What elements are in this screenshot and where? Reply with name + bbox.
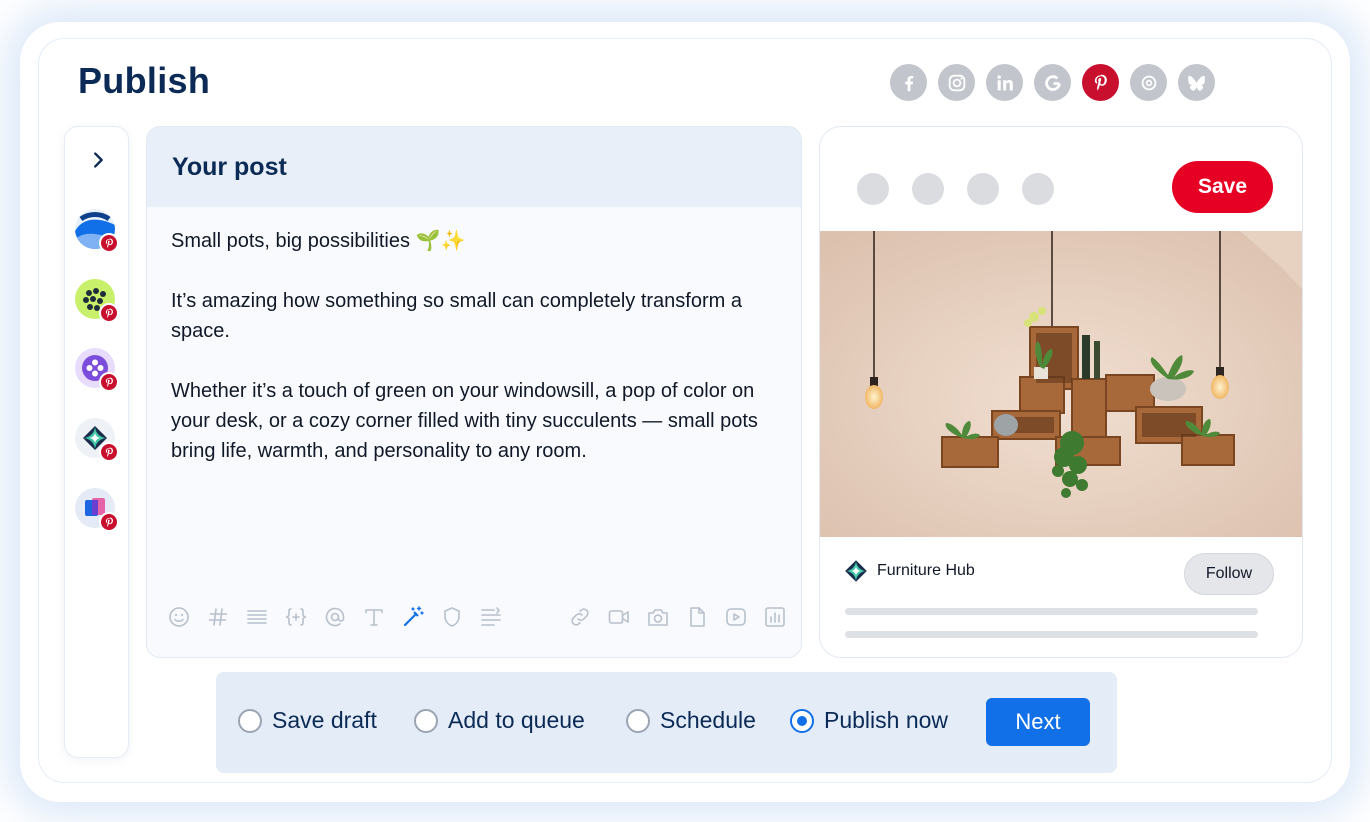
follow-button[interactable]: Follow	[1184, 553, 1274, 595]
text-lines-icon[interactable]	[244, 604, 270, 630]
variables-icon[interactable]	[283, 604, 309, 630]
instagram-icon[interactable]	[938, 64, 975, 101]
play-icon[interactable]	[723, 604, 749, 630]
page-title: Publish	[78, 60, 211, 101]
emoji-icon[interactable]	[166, 604, 192, 630]
placeholder-icon	[967, 173, 999, 205]
save-pin-button[interactable]: Save	[1172, 161, 1273, 213]
pinterest-icon	[99, 303, 119, 323]
post-paragraph: Whether it’s a touch of green on your wi…	[171, 380, 758, 462]
preview-placeholder-icons	[857, 173, 1054, 205]
pinterest-icon	[99, 512, 119, 532]
account-avatar-4[interactable]	[75, 418, 119, 462]
save-draft-label: Save draft	[272, 707, 377, 733]
placeholder-icon	[857, 173, 889, 205]
text-align-icon[interactable]	[478, 604, 504, 630]
add-to-queue-option[interactable]: Add to queue	[414, 707, 585, 734]
threads-icon[interactable]	[1130, 64, 1167, 101]
pinterest-icon[interactable]	[1082, 64, 1119, 101]
mention-icon[interactable]	[322, 604, 348, 630]
pinterest-icon	[99, 442, 119, 462]
poll-icon[interactable]	[762, 604, 788, 630]
google-icon[interactable]	[1034, 64, 1071, 101]
pinterest-icon	[99, 233, 119, 253]
publish-now-option[interactable]: Publish now	[790, 707, 948, 734]
save-draft-option[interactable]: Save draft	[238, 707, 377, 734]
furniture-hub-logo	[845, 560, 867, 582]
chevron-right-icon[interactable]	[87, 149, 109, 171]
editor-header: Your post	[147, 127, 801, 207]
schedule-radio[interactable]	[626, 708, 650, 733]
file-icon[interactable]	[684, 604, 710, 630]
text-format-icon[interactable]	[361, 604, 387, 630]
link-icon[interactable]	[567, 604, 593, 630]
editor-toolbar-left	[166, 604, 504, 630]
ai-wand-icon[interactable]	[400, 604, 426, 630]
post-editor: Your post Small pots, big possibilities …	[146, 126, 802, 658]
linkedin-icon[interactable]	[986, 64, 1023, 101]
shield-icon[interactable]	[439, 604, 465, 630]
network-selector	[890, 64, 1215, 101]
brand-name: Furniture Hub	[877, 562, 975, 579]
editor-title: Your post	[172, 152, 287, 181]
camera-icon[interactable]	[645, 604, 671, 630]
hashtag-icon[interactable]	[205, 604, 231, 630]
save-draft-radio[interactable]	[238, 708, 262, 733]
video-icon[interactable]	[606, 604, 632, 630]
account-avatar-1[interactable]	[75, 209, 119, 253]
post-text-area[interactable]: Small pots, big possibilities 🌱✨ It’s am…	[171, 226, 781, 496]
account-sidebar	[64, 126, 129, 758]
placeholder-icon	[912, 173, 944, 205]
placeholder-line	[845, 608, 1258, 615]
publish-now-label: Publish now	[824, 707, 949, 733]
post-paragraph: It’s amazing how something so small can …	[171, 290, 742, 342]
schedule-label: Schedule	[660, 707, 756, 733]
post-image	[820, 231, 1302, 537]
placeholder-line	[845, 631, 1258, 638]
placeholder-icon	[1022, 173, 1054, 205]
add-to-queue-label: Add to queue	[448, 707, 585, 733]
facebook-icon[interactable]	[890, 64, 927, 101]
pin-preview: Save Furniture Hub Follow	[819, 126, 1303, 658]
pinterest-icon	[99, 372, 119, 392]
brand-row: Furniture Hub	[844, 559, 975, 583]
account-avatar-2[interactable]	[75, 279, 119, 323]
account-avatar-5[interactable]	[75, 488, 119, 532]
bluesky-icon[interactable]	[1178, 64, 1215, 101]
account-avatar-3[interactable]	[75, 348, 119, 392]
publish-action-bar: Save draft Add to queue Schedule Publish…	[216, 672, 1117, 773]
post-paragraph: Small pots, big possibilities 🌱✨	[171, 230, 466, 252]
add-to-queue-radio[interactable]	[414, 708, 438, 733]
editor-toolbar-right	[567, 604, 788, 630]
publish-now-radio[interactable]	[790, 708, 814, 733]
schedule-option[interactable]: Schedule	[626, 707, 756, 734]
next-button[interactable]: Next	[986, 698, 1090, 746]
